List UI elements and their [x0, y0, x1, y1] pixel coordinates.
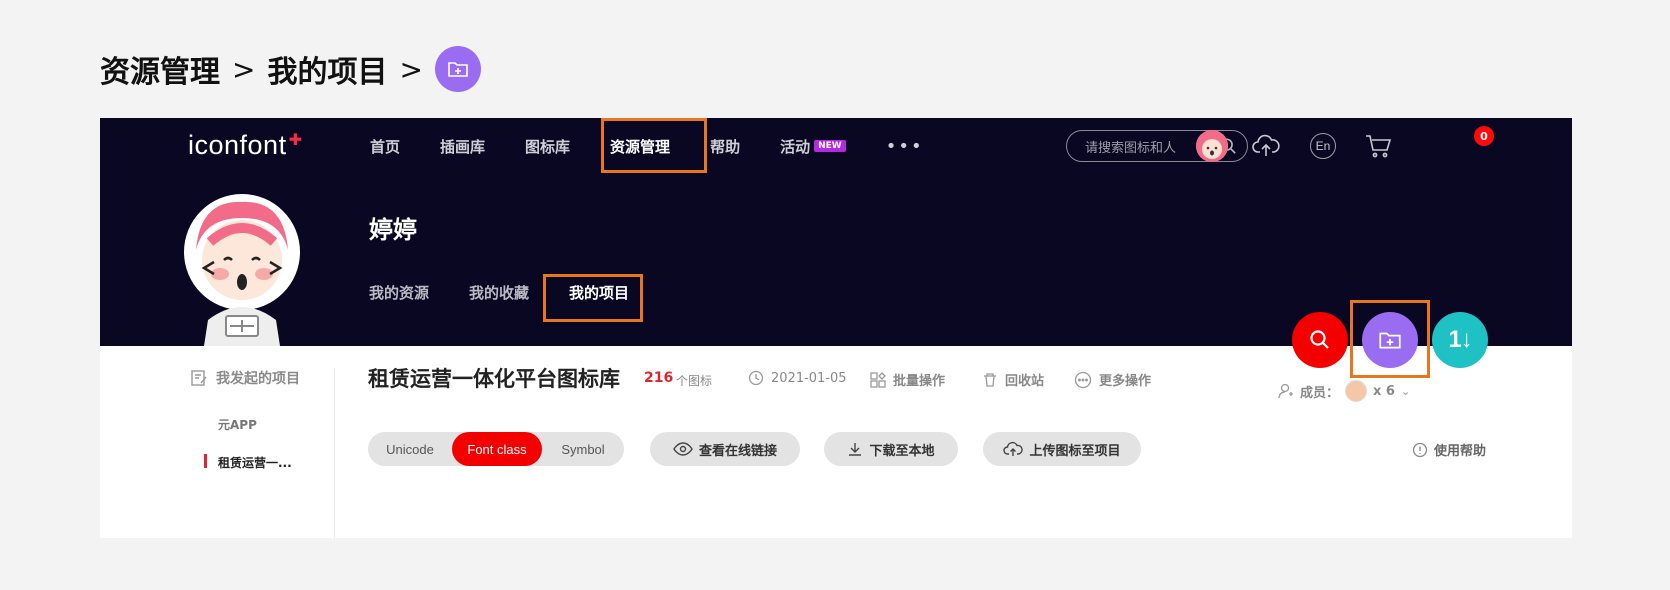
- tab-my-resources[interactable]: 我的资源: [369, 282, 429, 303]
- grid-icon: [870, 371, 886, 388]
- view-online-link-button[interactable]: 查看在线链接: [650, 432, 800, 466]
- sort-button[interactable]: 1↓: [1432, 312, 1488, 368]
- eye-icon: [673, 442, 693, 456]
- more-nav-button[interactable]: •••: [886, 136, 924, 157]
- recycle-bin-label: 回收站: [1005, 374, 1045, 389]
- batch-operation-button[interactable]: 批量操作: [870, 370, 945, 389]
- sidebar-divider: [334, 368, 335, 538]
- sidebar-title-label: 我发起的项目: [216, 371, 300, 387]
- format-switch: Unicode Font class Symbol: [368, 432, 624, 466]
- folder-plus-icon: [434, 46, 481, 92]
- iconfont-page: iconfont ✚ 首页 插画库 图标库 资源管理 帮助 活动 NEW ••• …: [100, 118, 1572, 538]
- edit-icon: [191, 370, 207, 386]
- sidebar-item-rental-project[interactable]: 租赁运营一...: [218, 454, 292, 471]
- more-operations-button[interactable]: 更多操作: [1074, 370, 1151, 389]
- nav-activity-label: 活动: [780, 137, 811, 156]
- format-unicode[interactable]: Unicode: [368, 432, 452, 466]
- download-icon: [849, 443, 862, 456]
- nav-home[interactable]: 首页: [370, 136, 400, 157]
- clock-icon: [748, 370, 764, 386]
- sidebar-title[interactable]: 我发起的项目: [190, 368, 300, 388]
- icon-count-unit: 个图标: [676, 374, 713, 388]
- upload-icons-button[interactable]: 上传图标至项目: [983, 432, 1141, 466]
- breadcrumb-separator: >: [399, 52, 423, 86]
- search-icon: [1310, 330, 1329, 349]
- more-operations-label: 更多操作: [1099, 374, 1152, 389]
- upload-cloud-icon[interactable]: [1250, 130, 1282, 162]
- search-project-button[interactable]: [1292, 312, 1348, 368]
- breadcrumb-separator: >: [232, 52, 256, 86]
- date-text: 2021-01-05: [771, 370, 847, 386]
- tab-my-favorites[interactable]: 我的收藏: [469, 282, 529, 303]
- batch-operation-label: 批量操作: [893, 374, 946, 389]
- usage-help-link[interactable]: 使用帮助: [1412, 440, 1486, 459]
- language-toggle[interactable]: En: [1310, 133, 1336, 159]
- trash-icon: [984, 372, 996, 387]
- active-indicator: [204, 454, 207, 468]
- members-label: 成员：: [1300, 385, 1340, 401]
- cart-count-badge: 0: [1474, 126, 1494, 146]
- user-avatar[interactable]: [180, 190, 304, 346]
- project-date: 2021-01-05: [748, 370, 847, 386]
- nav-activity[interactable]: 活动 NEW: [780, 136, 846, 157]
- user-avatar-small[interactable]: [1196, 130, 1228, 162]
- format-symbol[interactable]: Symbol: [542, 432, 624, 466]
- icon-count: 216: [644, 370, 674, 386]
- breadcrumb: 资源管理 > 我的项目 >: [100, 46, 481, 92]
- members-info[interactable]: 成员： x 6 ⌄: [1278, 380, 1410, 402]
- highlight-box-nav: [601, 118, 707, 173]
- members-count: x 6: [1373, 383, 1395, 399]
- user-icon: [1278, 383, 1293, 399]
- cart-icon[interactable]: [1362, 130, 1394, 162]
- user-name: 婷婷: [369, 216, 417, 244]
- nav-icon-library[interactable]: 图标库: [525, 136, 570, 157]
- logo[interactable]: iconfont ✚: [188, 130, 302, 161]
- recycle-bin-button[interactable]: 回收站: [982, 370, 1044, 389]
- chevron-down-icon[interactable]: ⌄: [1401, 385, 1410, 398]
- view-online-link-label: 查看在线链接: [698, 443, 777, 459]
- project-title: 租赁运营一体化平台图标库: [368, 367, 620, 391]
- search-placeholder: 请搜索图标和人: [1085, 140, 1177, 156]
- upload-cloud-icon: [1003, 441, 1024, 456]
- format-font-class[interactable]: Font class: [452, 432, 542, 466]
- nav-help[interactable]: 帮助: [710, 136, 740, 157]
- sidebar-item-yuan-app[interactable]: 元APP: [218, 416, 257, 433]
- download-local-button[interactable]: 下载至本地: [824, 432, 958, 466]
- member-avatar: [1345, 380, 1368, 402]
- highlight-box-tab: [543, 274, 643, 322]
- nav-illustrations[interactable]: 插画库: [440, 136, 485, 157]
- upload-icons-label: 上传图标至项目: [1029, 443, 1121, 459]
- new-badge: NEW: [814, 140, 846, 152]
- help-icon: [1412, 442, 1428, 457]
- download-local-label: 下载至本地: [869, 443, 935, 459]
- more-circle-icon: [1074, 371, 1092, 388]
- usage-help-label: 使用帮助: [1434, 444, 1487, 459]
- breadcrumb-item-resources[interactable]: 资源管理: [100, 47, 220, 91]
- sort-icon: 1↓: [1448, 326, 1472, 353]
- highlight-box-new-project: [1350, 300, 1430, 378]
- breadcrumb-item-projects[interactable]: 我的项目: [267, 47, 387, 91]
